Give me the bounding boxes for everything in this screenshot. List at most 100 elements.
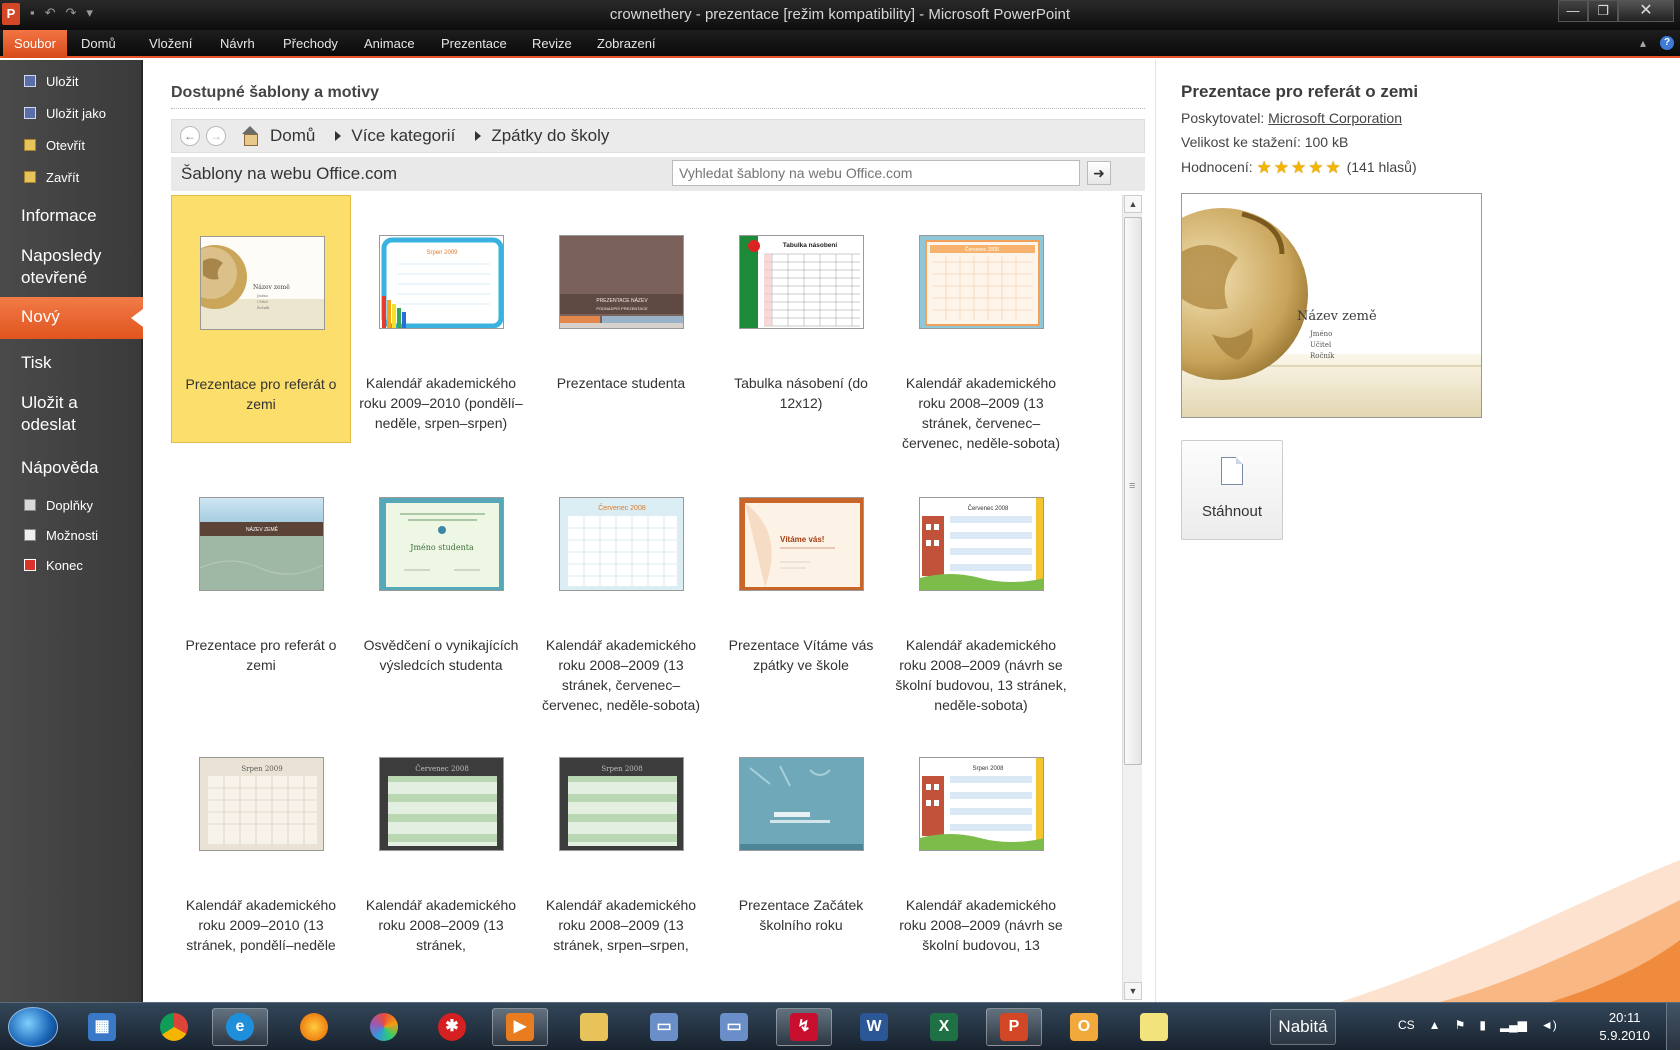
preview-line1: Jméno bbox=[1309, 330, 1332, 338]
battery-icon[interactable]: ▮ bbox=[1479, 1018, 1486, 1032]
nav-send-line2: odeslat bbox=[21, 415, 76, 434]
back-arrow-icon[interactable]: ← bbox=[180, 126, 200, 146]
battery-status-label[interactable]: Nabitá bbox=[1270, 1009, 1336, 1045]
template-tile-8[interactable]: Vítáme vás! Prezentace Vítáme vás zpátky… bbox=[711, 457, 891, 705]
volume-icon[interactable]: ◄) bbox=[1541, 1018, 1557, 1032]
template-label: Kalendář akademického roku 2009–2010 (13… bbox=[185, 897, 337, 953]
provider-link[interactable]: Microsoft Corporation bbox=[1268, 110, 1402, 126]
thumbnail-calendar-orange: Červenec 2008 bbox=[919, 235, 1044, 329]
network-signal-icon[interactable]: ▂▄▆ bbox=[1500, 1018, 1527, 1032]
nav-help[interactable]: Nápověda bbox=[21, 457, 99, 479]
tab-insert[interactable]: Vložení bbox=[149, 36, 192, 51]
thumb-welcome-title: Vítáme vás! bbox=[780, 535, 824, 544]
taskbar-red-app-2-icon[interactable]: ↯ bbox=[776, 1008, 832, 1046]
thumb-cal-school-title: Červenec 2008 bbox=[968, 505, 1009, 512]
nav-exit[interactable]: Konec bbox=[24, 554, 83, 576]
scroll-up-arrow-icon[interactable]: ▲ bbox=[1124, 195, 1142, 213]
template-tile-0[interactable]: Název země Jméno Učitel Ročník Prezentac… bbox=[171, 195, 351, 443]
template-label: Prezentace studenta bbox=[556, 375, 686, 391]
rating-label: Hodnocení: bbox=[1181, 159, 1253, 175]
nav-info[interactable]: Informace bbox=[21, 205, 97, 227]
tab-file[interactable]: Soubor bbox=[3, 30, 67, 58]
nav-exit-label: Konec bbox=[46, 557, 83, 573]
taskbar-word-icon[interactable]: W bbox=[846, 1008, 902, 1046]
nav-save-as[interactable]: Uložit jako bbox=[24, 102, 106, 124]
taskbar-picasa-icon[interactable] bbox=[356, 1008, 412, 1046]
nav-recent[interactable]: Naposledy otevřené bbox=[21, 245, 101, 289]
nav-print[interactable]: Tisk bbox=[21, 352, 52, 374]
tab-view[interactable]: Zobrazení bbox=[597, 36, 656, 51]
taskbar-red-app-icon[interactable]: ✱ bbox=[424, 1008, 480, 1046]
nav-save[interactable]: Uložit bbox=[24, 70, 79, 92]
maximize-button[interactable]: ❐ bbox=[1588, 0, 1618, 22]
show-desktop-button[interactable] bbox=[1666, 1003, 1680, 1050]
tab-slideshow[interactable]: Prezentace bbox=[441, 36, 507, 51]
nav-options[interactable]: Možnosti bbox=[24, 524, 98, 546]
template-tile-5[interactable]: NÁZEV ZEMĚ Prezentace pro referát o zemi bbox=[171, 457, 351, 705]
scrollbar-thumb[interactable] bbox=[1124, 217, 1142, 765]
minimize-ribbon-icon[interactable]: ▴ bbox=[1640, 36, 1646, 50]
tab-design[interactable]: Návrh bbox=[220, 36, 255, 51]
taskbar-explorer-icon[interactable]: ▦ bbox=[74, 1008, 130, 1046]
minimize-button[interactable]: — bbox=[1558, 0, 1588, 22]
taskbar-powerpoint-icon[interactable]: P bbox=[986, 1008, 1042, 1046]
template-search-input[interactable] bbox=[673, 161, 1079, 185]
taskbar-clock[interactable]: 20:11 5.9.2010 bbox=[1599, 1009, 1650, 1045]
taskbar-notes-icon[interactable] bbox=[1126, 1008, 1182, 1046]
tab-animations[interactable]: Animace bbox=[364, 36, 415, 51]
template-tile-1[interactable]: Srpen 2009 Kalendář akademického roku 20… bbox=[351, 195, 531, 443]
template-tile-14[interactable]: Srpen 2008 Kalendář akademického roku 20… bbox=[891, 717, 1071, 965]
taskbar-internet-explorer-icon[interactable]: e bbox=[212, 1008, 268, 1046]
tray-expand-icon[interactable]: ▲ bbox=[1429, 1018, 1441, 1032]
nav-new[interactable]: Nový bbox=[0, 297, 143, 339]
download-button[interactable]: Stáhnout bbox=[1181, 440, 1283, 540]
template-tile-11[interactable]: Červenec 2008 Kalendář akademického roku… bbox=[351, 717, 531, 965]
template-tile-9[interactable]: Červenec 2008 Kalendář akademického roku… bbox=[891, 457, 1071, 713]
tab-home[interactable]: Domů bbox=[81, 36, 116, 51]
forward-arrow-icon[interactable]: → bbox=[206, 126, 226, 146]
action-center-flag-icon[interactable]: ⚑ bbox=[1455, 1018, 1466, 1032]
breadcrumb-home[interactable]: Domů bbox=[270, 126, 315, 146]
templates-pane: Dostupné šablony a motivy ← → Domů Více … bbox=[160, 60, 1145, 1002]
system-tray: CS ▲ ⚑ ▮ ▂▄▆ ◄) bbox=[1398, 1018, 1557, 1032]
scroll-down-arrow-icon[interactable]: ▼ bbox=[1124, 982, 1142, 1000]
taskbar-folder-icon[interactable] bbox=[566, 1008, 622, 1046]
template-tile-4[interactable]: Červenec 2008 Kalendář akademického roku… bbox=[891, 195, 1071, 451]
search-go-arrow-icon[interactable]: ➜ bbox=[1087, 161, 1111, 185]
clock-time: 20:11 bbox=[1608, 1010, 1641, 1025]
nav-recent-line2: otevřené bbox=[21, 268, 88, 287]
taskbar-firefox-icon[interactable] bbox=[286, 1008, 342, 1046]
breadcrumb-more-categories[interactable]: Více kategorií bbox=[351, 126, 455, 146]
template-tile-7[interactable]: Červenec 2008 Kalendář akademického roku… bbox=[531, 457, 711, 713]
thumb-cal-dark-title: Červenec 2008 bbox=[415, 764, 469, 773]
language-indicator[interactable]: CS bbox=[1398, 1018, 1415, 1032]
nav-addins[interactable]: Doplňky bbox=[24, 494, 93, 516]
template-tile-6[interactable]: Jméno studenta Osvědčení o vynikajících … bbox=[351, 457, 531, 705]
nav-close[interactable]: Zavřít bbox=[24, 166, 79, 188]
nav-send-line1: Uložit a bbox=[21, 393, 78, 412]
taskbar-scanner-icon[interactable]: ▭ bbox=[636, 1008, 692, 1046]
template-tile-2[interactable]: PREZENTACE NÁZEV PODNADPIS PREZENTACE Pr… bbox=[531, 195, 711, 443]
template-tile-3[interactable]: Tabulka násobení Tabulka násobení (do 12… bbox=[711, 195, 891, 443]
taskbar-chrome-icon[interactable] bbox=[146, 1008, 202, 1046]
start-button[interactable] bbox=[8, 1007, 58, 1047]
save-icon bbox=[24, 75, 36, 87]
nav-open[interactable]: Otevřít bbox=[24, 134, 85, 156]
close-button[interactable]: ✕ bbox=[1618, 0, 1674, 22]
taskbar-outlook-icon[interactable]: O bbox=[1056, 1008, 1112, 1046]
template-grid-scrollbar[interactable]: ▲ ▼ bbox=[1122, 195, 1142, 1000]
nav-save-send[interactable]: Uložit a odeslat bbox=[21, 392, 78, 436]
thumb-cal-blue-title: Červenec 2008 bbox=[598, 503, 646, 512]
tab-review[interactable]: Revize bbox=[532, 36, 572, 51]
taskbar-media-player-icon[interactable]: ▶ bbox=[492, 1008, 548, 1046]
thumb-brown-subtitle: PODNADPIS PREZENTACE bbox=[596, 306, 648, 311]
template-tile-10[interactable]: Srpen 2009 Kalendář akademického roku 20… bbox=[171, 717, 351, 965]
tab-transitions[interactable]: Přechody bbox=[283, 36, 338, 51]
template-tile-12[interactable]: Srpen 2008 Kalendář akademického roku 20… bbox=[531, 717, 711, 965]
taskbar-scanner-2-icon[interactable]: ▭ bbox=[706, 1008, 762, 1046]
taskbar-excel-icon[interactable]: X bbox=[916, 1008, 972, 1046]
template-tile-13[interactable]: Prezentace Začátek školního roku bbox=[711, 717, 891, 965]
home-icon[interactable] bbox=[240, 126, 260, 146]
addins-icon bbox=[24, 499, 36, 511]
help-icon[interactable]: ? bbox=[1660, 36, 1674, 50]
